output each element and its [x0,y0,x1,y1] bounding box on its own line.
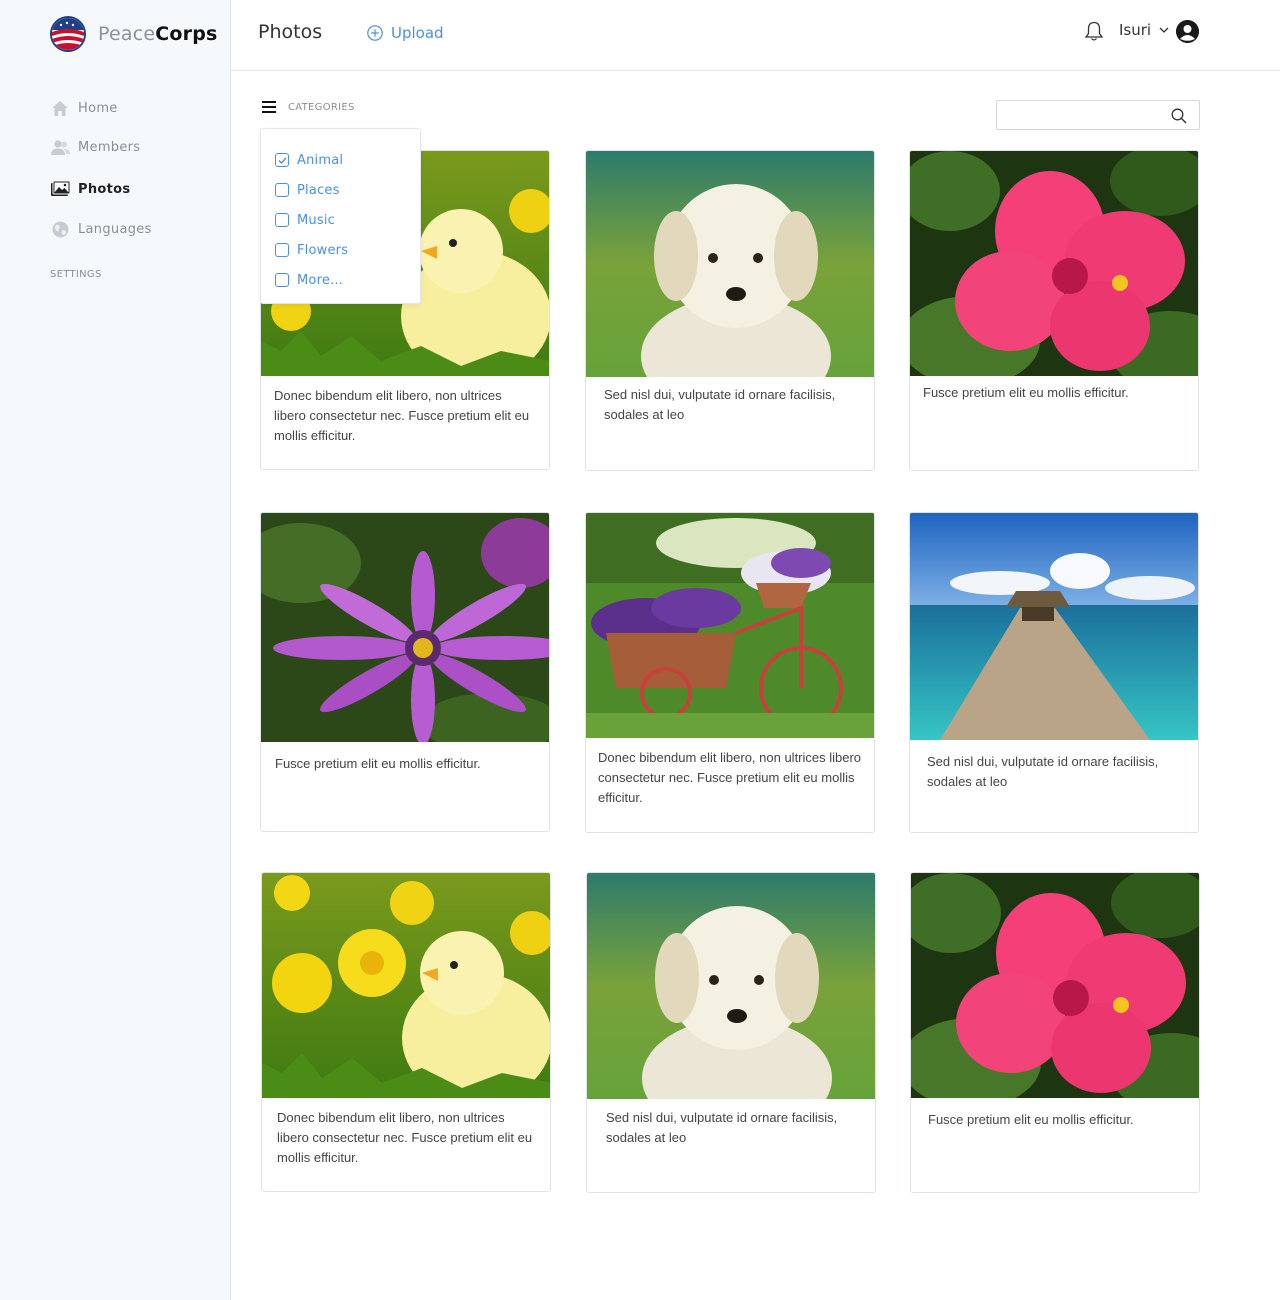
brand-name-light: Peace [98,23,156,45]
photo-card[interactable]: Fusce pretium elit eu mollis efficitur. [910,872,1200,1193]
sidebar-item-label: Members [78,139,141,155]
checkmark-icon [278,157,287,164]
category-option-label: Music [297,212,335,228]
sidebar-item-members[interactable]: Members [50,135,152,159]
plus-circle-icon [367,25,383,41]
sidebar-item-label: Languages [78,221,152,237]
photo-caption: Fusce pretium elit eu mollis efficitur. [923,385,1129,400]
photo-puppy[interactable] [586,151,874,377]
photo-caption: Sed nisl dui, vulputate id ornare facili… [606,1110,838,1145]
photo-caption: Fusce pretium elit eu mollis efficitur. [928,1112,1134,1127]
hamburger-menu-icon [262,101,276,113]
sidebar-item-label: Home [78,100,118,116]
photo-daisy[interactable] [261,513,549,742]
photo-card[interactable]: Sed nisl dui, vulputate id ornare facili… [585,150,875,471]
photos-icon [50,180,70,198]
category-option-animal[interactable]: Animal [261,145,420,175]
sidebar-item-label: Photos [78,181,131,197]
category-option-more[interactable]: More… [261,265,420,295]
checkbox-checked[interactable] [275,153,289,167]
user-name: Isuri [1119,21,1152,39]
photo-card[interactable]: Sed nisl dui, vulputate id ornare facili… [909,512,1199,833]
photo-pier[interactable] [910,513,1198,740]
photo-card[interactable]: Donec bibendum elit libero, non ultrices… [261,872,551,1192]
photo-hibiscus[interactable] [910,151,1198,376]
categories-label: CATEGORIES [288,101,355,113]
categories-toggle[interactable]: CATEGORIES [262,101,355,113]
photo-caption: Donec bibendum elit libero, non ultrices… [598,750,862,805]
photo-card[interactable]: Donec bibendum elit libero, non ultrices… [585,512,875,833]
user-menu[interactable]: Isuri [1119,21,1169,39]
category-option-label: Flowers [297,242,349,258]
category-option-music[interactable]: Music [261,205,420,235]
photo-flower-cart[interactable] [586,513,874,738]
brand-name: PeaceCorps [98,23,218,45]
sidebar-item-languages[interactable]: Languages [50,217,152,241]
upload-label: Upload [391,24,444,42]
category-option-label: More… [297,272,344,288]
photo-caption: Donec bibendum elit libero, non ultrices… [274,388,530,443]
checkbox[interactable] [275,243,289,257]
checkbox[interactable] [275,213,289,227]
members-icon [50,138,70,156]
brand-logo[interactable]: PeaceCorps [50,16,218,52]
notifications-bell-icon[interactable] [1084,21,1104,46]
brand-name-bold: Corps [155,23,218,45]
settings-section-label[interactable]: SETTINGS [50,269,102,280]
photo-caption: Donec bibendum elit libero, non ultrices… [277,1110,533,1165]
photo-caption: Sed nisl dui, vulputate id ornare facili… [604,387,836,422]
checkbox[interactable] [275,183,289,197]
photo-puppy[interactable] [587,873,875,1099]
photo-card[interactable]: Fusce pretium elit eu mollis efficitur. [260,512,550,832]
upload-button[interactable]: Upload [367,24,444,42]
globe-icon [50,220,70,238]
category-option-label: Places [297,182,340,198]
photo-caption: Fusce pretium elit eu mollis efficitur. [275,756,481,771]
user-avatar-icon [1176,20,1199,43]
category-option-places[interactable]: Places [261,175,420,205]
photo-chick[interactable] [262,873,550,1098]
sidebar-nav: Home Members Photos Languages [50,96,152,256]
sidebar-item-home[interactable]: Home [50,96,152,120]
search-input[interactable] [1005,101,1165,129]
sidebar-item-photos[interactable]: Photos [50,177,152,201]
peace-corps-emblem-icon [50,16,86,52]
chevron-down-icon [1159,27,1169,33]
search-box [996,100,1200,130]
photo-hibiscus[interactable] [911,873,1199,1098]
page-title: Photos [258,21,323,43]
categories-dropdown: Animal Places Music Flowers More… [260,128,421,304]
category-option-label: Animal [297,152,344,168]
top-bar: Photos Upload Isuri [231,0,1280,71]
home-icon [50,99,70,117]
photo-card[interactable]: Fusce pretium elit eu mollis efficitur. [909,150,1199,471]
checkbox[interactable] [275,273,289,287]
avatar[interactable] [1176,20,1199,43]
search-icon[interactable] [1171,108,1187,128]
photo-caption: Sed nisl dui, vulputate id ornare facili… [927,754,1159,789]
photo-card[interactable]: Sed nisl dui, vulputate id ornare facili… [586,872,876,1193]
sidebar: PeaceCorps Home Members Photos Languages [0,0,231,1300]
category-option-flowers[interactable]: Flowers [261,235,420,265]
